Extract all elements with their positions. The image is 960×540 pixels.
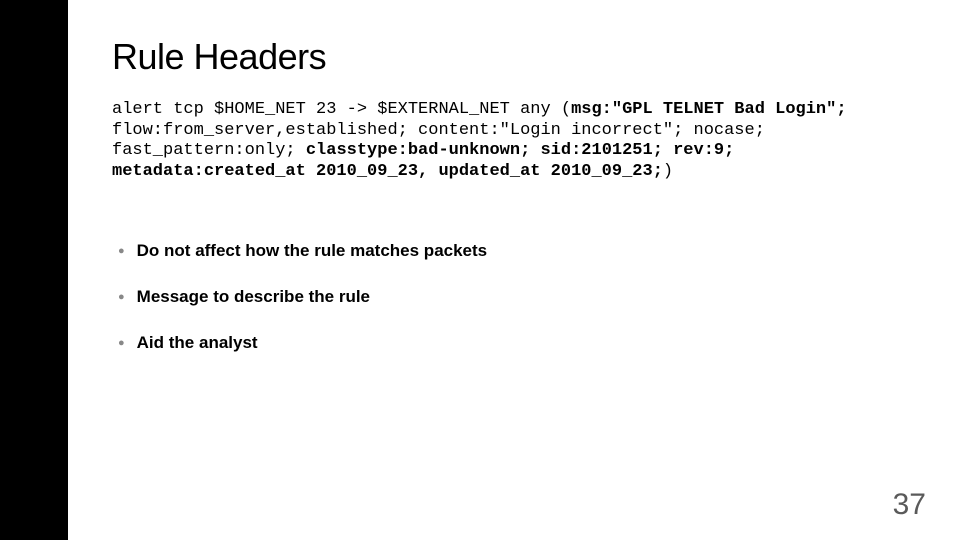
list-item: ● Do not affect how the rule matches pac… [112, 241, 912, 261]
bullet-dot-icon: ● [118, 246, 125, 257]
page-number: 37 [893, 488, 926, 522]
list-item: ● Message to describe the rule [112, 287, 912, 307]
bullet-dot-icon: ● [118, 338, 125, 349]
rule-code-block: alert tcp $HOME_NET 23 -> $EXTERNAL_NET … [112, 100, 912, 183]
bullet-text: Aid the analyst [137, 333, 258, 353]
slide-title: Rule Headers [112, 36, 912, 78]
bullet-list: ● Do not affect how the rule matches pac… [112, 241, 912, 353]
bullet-dot-icon: ● [118, 292, 125, 303]
bullet-text: Do not affect how the rule matches packe… [137, 241, 487, 261]
slide-content: Rule Headers alert tcp $HOME_NET 23 -> $… [112, 36, 912, 379]
code-plain: ) [663, 162, 673, 181]
code-plain: alert tcp $HOME_NET 23 -> $EXTERNAL_NET … [112, 100, 571, 119]
code-bold-msg: msg:"GPL TELNET Bad Login"; [571, 100, 846, 119]
slide-sidebar [0, 0, 68, 540]
list-item: ● Aid the analyst [112, 333, 912, 353]
bullet-text: Message to describe the rule [137, 287, 370, 307]
